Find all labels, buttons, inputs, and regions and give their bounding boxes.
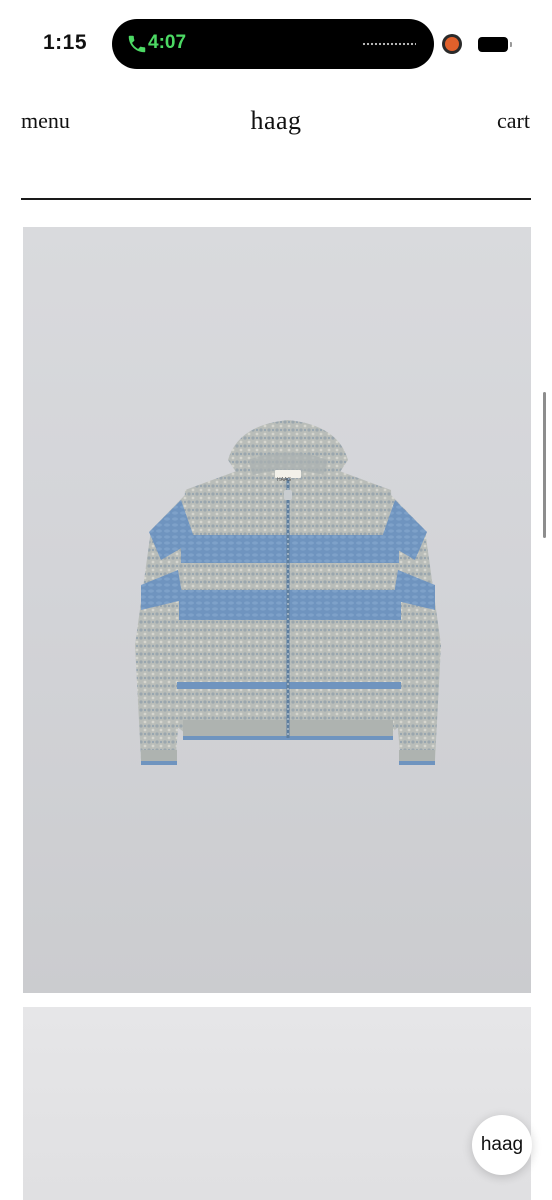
product-image[interactable] — [23, 1007, 531, 1200]
sweater-illustration — [135, 420, 441, 765]
scrollbar[interactable] — [543, 392, 546, 538]
audio-waveform-icon — [362, 42, 416, 46]
phone-icon — [128, 35, 146, 53]
call-timer: 4:07 — [148, 32, 187, 53]
site-header: menu haag cart — [0, 90, 552, 200]
recording-indicator-icon — [445, 37, 459, 51]
garment-tag: HAAG — [277, 477, 292, 483]
product-image[interactable]: HAAG — [23, 227, 531, 993]
header-divider — [21, 198, 531, 200]
cart-link[interactable]: cart — [497, 108, 530, 134]
brand-logo[interactable]: haag — [0, 106, 552, 136]
chat-button[interactable]: haag — [472, 1115, 532, 1175]
status-bar: 1:15 4:07 — [0, 0, 552, 90]
battery-icon — [478, 37, 512, 52]
status-time: 1:15 — [43, 31, 88, 54]
dynamic-island[interactable]: 4:07 — [112, 19, 434, 69]
